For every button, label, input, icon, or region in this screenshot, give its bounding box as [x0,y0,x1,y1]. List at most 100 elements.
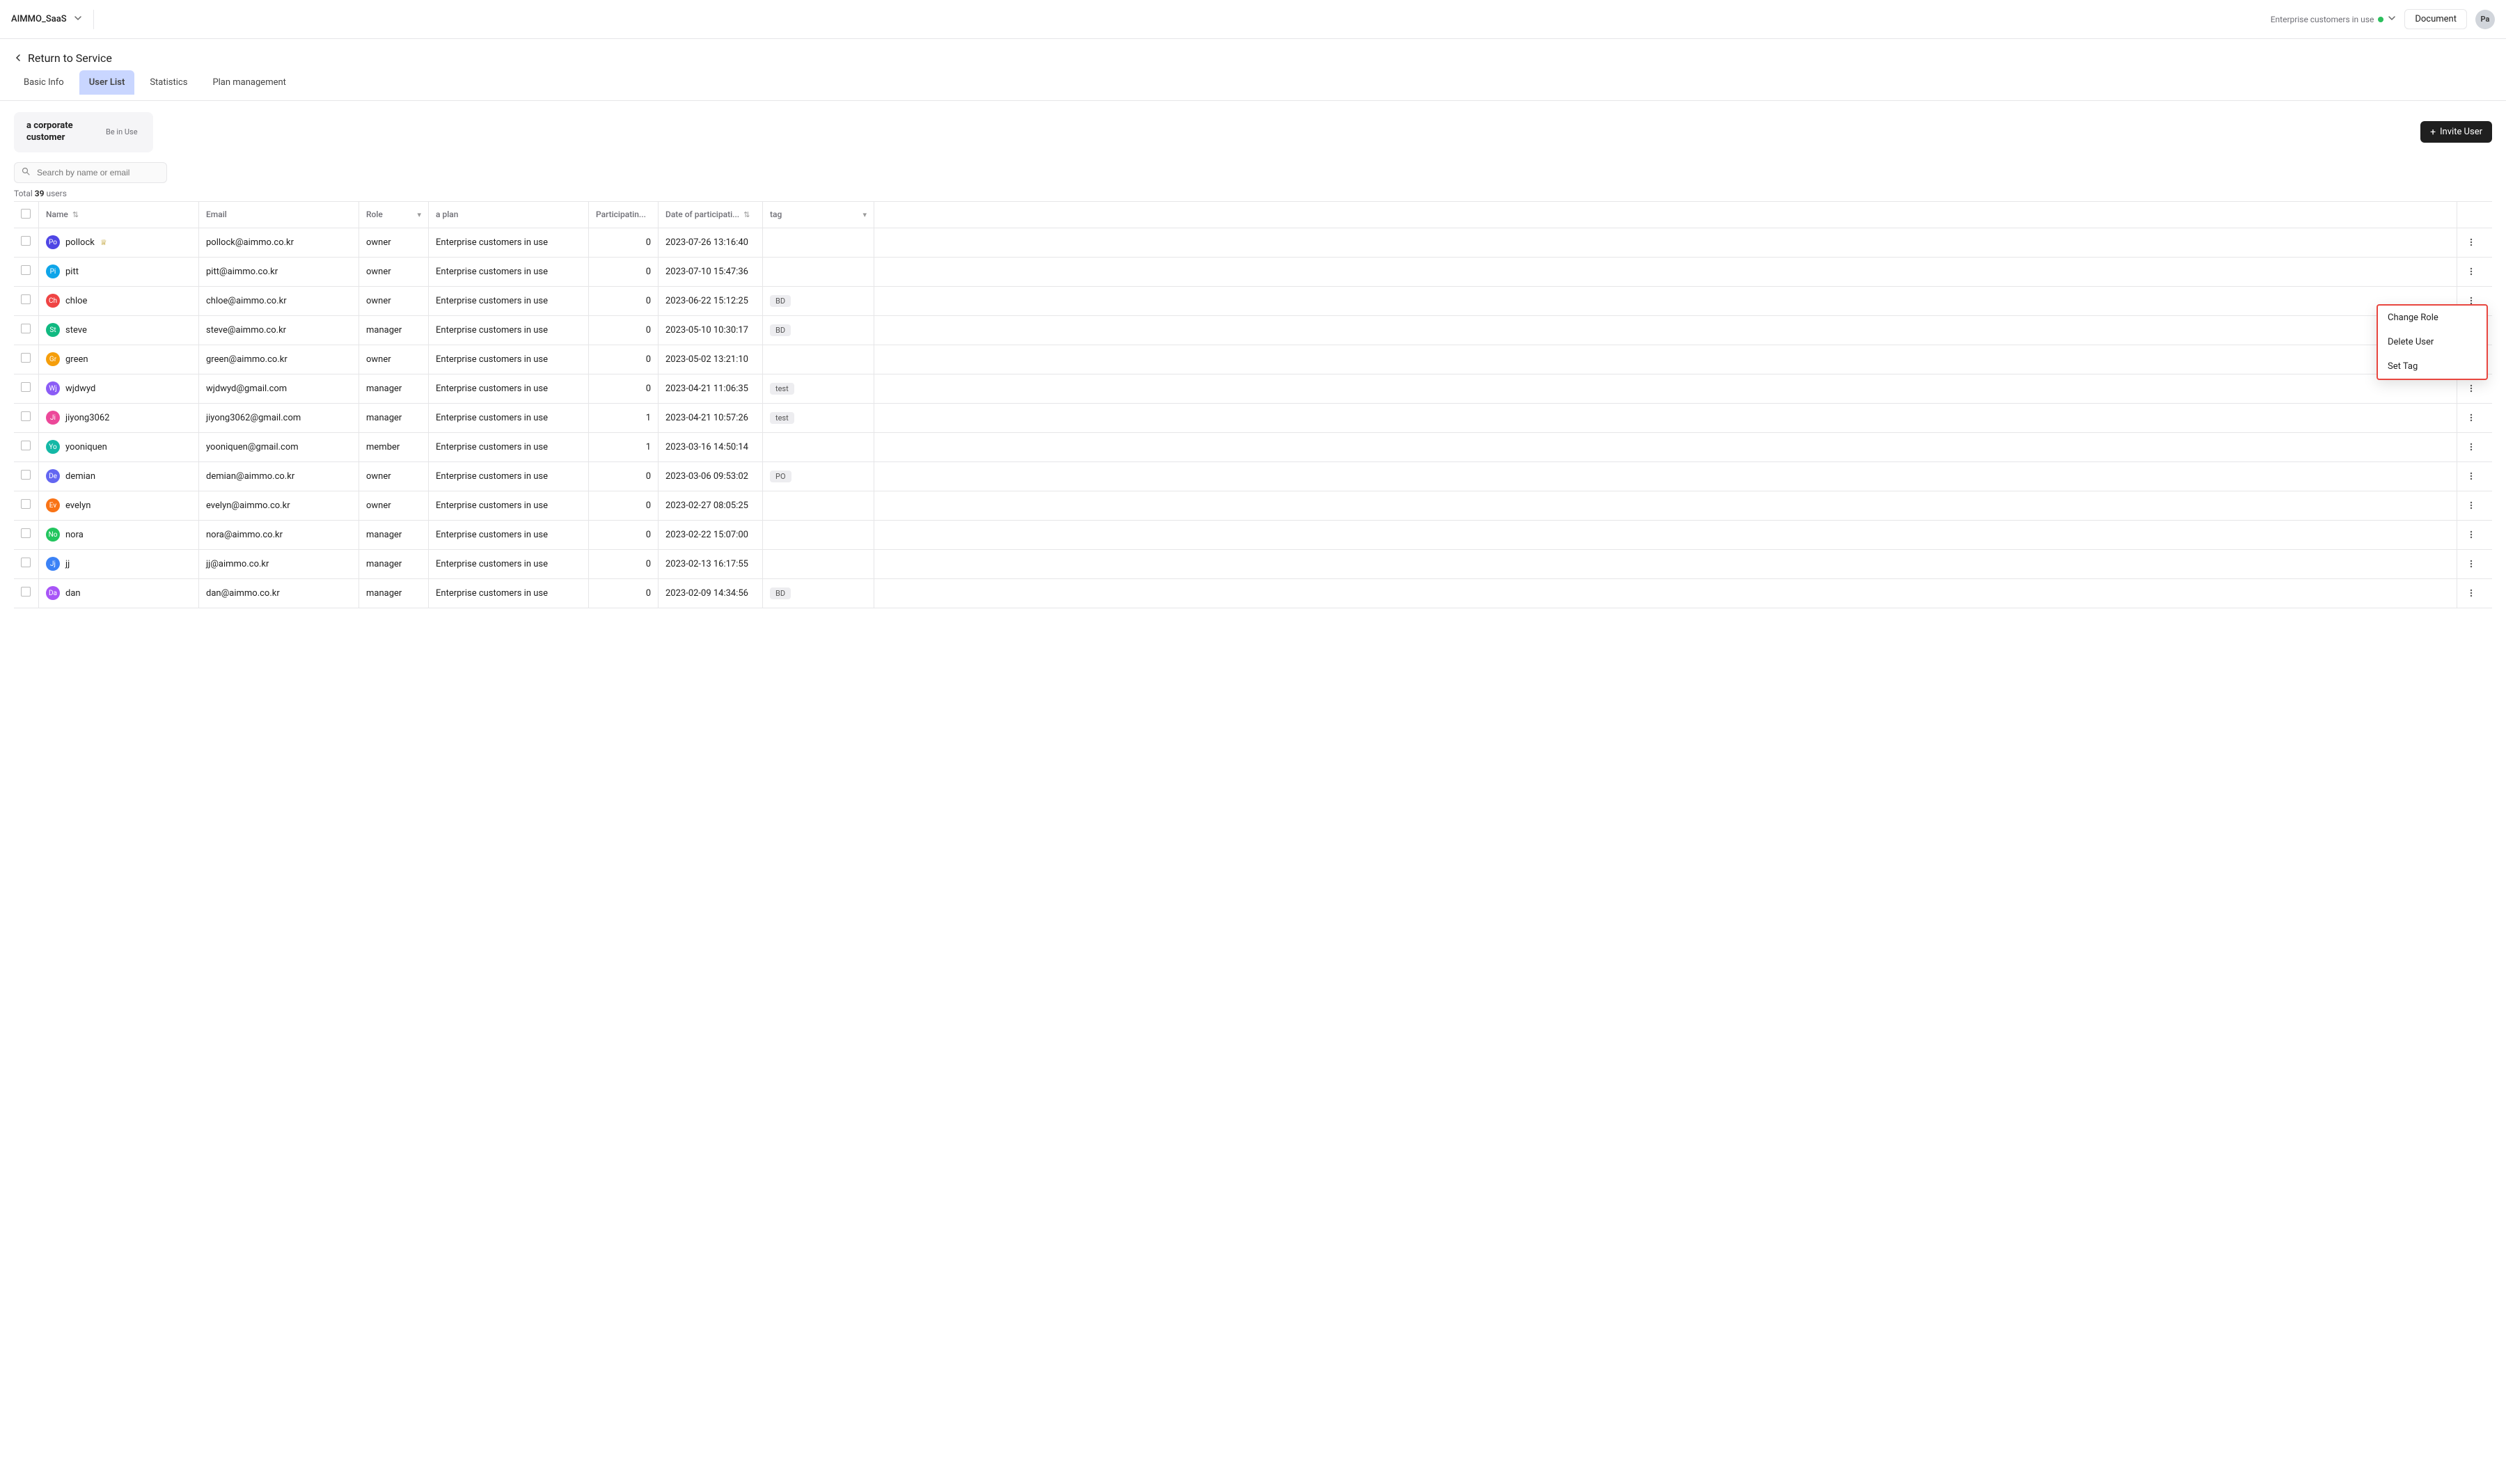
column-role-label: Role [366,210,383,219]
cell-tag: test [763,404,874,433]
chevron-down-icon [2388,14,2396,24]
context-menu-item-change-role[interactable]: Change Role [2378,306,2487,330]
row-menu-button[interactable] [2464,469,2478,483]
row-menu-button[interactable] [2464,235,2478,249]
filter-icon: ▾ [417,210,421,219]
row-menu-button[interactable] [2464,411,2478,425]
tab-plan-management[interactable]: Plan management [203,70,295,95]
topbar-left: AIMMO_SaaS [11,10,94,29]
cell-plan: Enterprise customers in use [429,345,589,374]
user-avatar-mini: Yo [46,440,60,454]
topbar-right: Enterprise customers in use Document Pa [2271,9,2495,29]
cell-name: Dadan [39,579,199,608]
tab-label: Plan management [212,77,285,88]
customer-card[interactable]: a corporate customer Be in Use [14,112,153,152]
row-select[interactable] [14,316,39,345]
plan-indicator[interactable]: Enterprise customers in use [2271,14,2397,24]
search-icon [22,167,30,178]
row-menu-button[interactable] [2464,498,2478,512]
row-select[interactable] [14,491,39,521]
document-button[interactable]: Document [2404,9,2467,29]
cell-email: pollock@aimmo.co.kr [199,228,359,258]
search-box[interactable] [14,162,167,183]
column-role[interactable]: Role ▾ [359,201,429,228]
column-participating[interactable]: Participatin... [589,201,659,228]
cell-tag: PO [763,462,874,491]
user-avatar[interactable]: Pa [2475,10,2495,29]
cell-email: demian@aimmo.co.kr [199,462,359,491]
cell-spacer [874,345,2457,374]
cell-date: 2023-04-21 10:57:26 [659,404,763,433]
row-select[interactable] [14,433,39,462]
cell-actions [2457,404,2492,433]
row-select[interactable] [14,462,39,491]
invite-user-button[interactable]: + Invite User [2420,121,2492,143]
cell-date: 2023-07-26 13:16:40 [659,228,763,258]
search-input[interactable] [36,167,159,178]
tag-pill: BD [770,587,791,599]
cell-participating: 0 [589,462,659,491]
column-date[interactable]: Date of participati... ⇅ [659,201,763,228]
user-name: yooniquen [65,442,107,452]
cell-participating: 0 [589,258,659,287]
row-menu-button[interactable] [2464,557,2478,571]
column-tag[interactable]: tag ▾ [763,201,874,228]
cell-name: Jjjj [39,550,199,579]
cell-role: owner [359,228,429,258]
checkbox-icon [21,324,31,333]
tab-basic-info[interactable]: Basic Info [14,70,74,95]
row-select[interactable] [14,258,39,287]
row-menu-button[interactable] [2464,265,2478,278]
cell-email: evelyn@aimmo.co.kr [199,491,359,521]
row-select[interactable] [14,345,39,374]
row-select[interactable] [14,404,39,433]
cell-plan: Enterprise customers in use [429,550,589,579]
cell-plan: Enterprise customers in use [429,258,589,287]
context-menu-item-delete-user[interactable]: Delete User [2378,330,2487,354]
checkbox-icon [21,353,31,363]
select-all-header[interactable] [14,201,39,228]
user-table: Name ⇅ Email Role ▾ a plan Participatin.… [14,201,2492,608]
tag-pill: PO [770,471,791,482]
cell-date: 2023-03-16 14:50:14 [659,433,763,462]
row-menu-button[interactable] [2464,440,2478,454]
cell-spacer [874,287,2457,316]
sort-icon: ⇅ [72,210,79,219]
cell-date: 2023-02-13 16:17:55 [659,550,763,579]
row-select[interactable] [14,579,39,608]
row-select[interactable] [14,287,39,316]
cell-actions [2457,258,2492,287]
row-select[interactable] [14,521,39,550]
column-date-label: Date of participati... [665,210,739,219]
cell-email: steve@aimmo.co.kr [199,316,359,345]
user-name: green [65,354,88,365]
column-name[interactable]: Name ⇅ [39,201,199,228]
return-link[interactable]: Return to Service [0,39,2506,70]
row-select[interactable] [14,228,39,258]
cell-participating: 0 [589,550,659,579]
cell-plan: Enterprise customers in use [429,404,589,433]
user-avatar-mini: St [46,323,60,337]
row-select[interactable] [14,550,39,579]
tab-user-list[interactable]: User List [79,70,135,95]
cell-tag: BD [763,579,874,608]
row-select[interactable] [14,374,39,404]
column-email[interactable]: Email [199,201,359,228]
checkbox-icon [21,587,31,597]
tab-statistics[interactable]: Statistics [140,70,197,95]
user-name: wjdwyd [65,384,95,394]
row-menu-button[interactable] [2464,528,2478,542]
table-row: Popollock♕pollock@aimmo.co.krownerEnterp… [14,228,2492,258]
user-avatar-mini: Da [46,586,60,600]
cell-plan: Enterprise customers in use [429,579,589,608]
cell-role: owner [359,258,429,287]
column-plan[interactable]: a plan [429,201,589,228]
row-menu-button[interactable] [2464,586,2478,600]
cell-spacer [874,521,2457,550]
tenant-switcher[interactable]: AIMMO_SaaS [11,14,82,25]
context-menu-item-set-tag[interactable]: Set Tag [2378,354,2487,379]
row-menu-button[interactable] [2464,381,2478,395]
tag-pill: test [770,383,794,395]
cell-spacer [874,433,2457,462]
subrow: a corporate customer Be in Use + Invite … [0,101,2506,152]
